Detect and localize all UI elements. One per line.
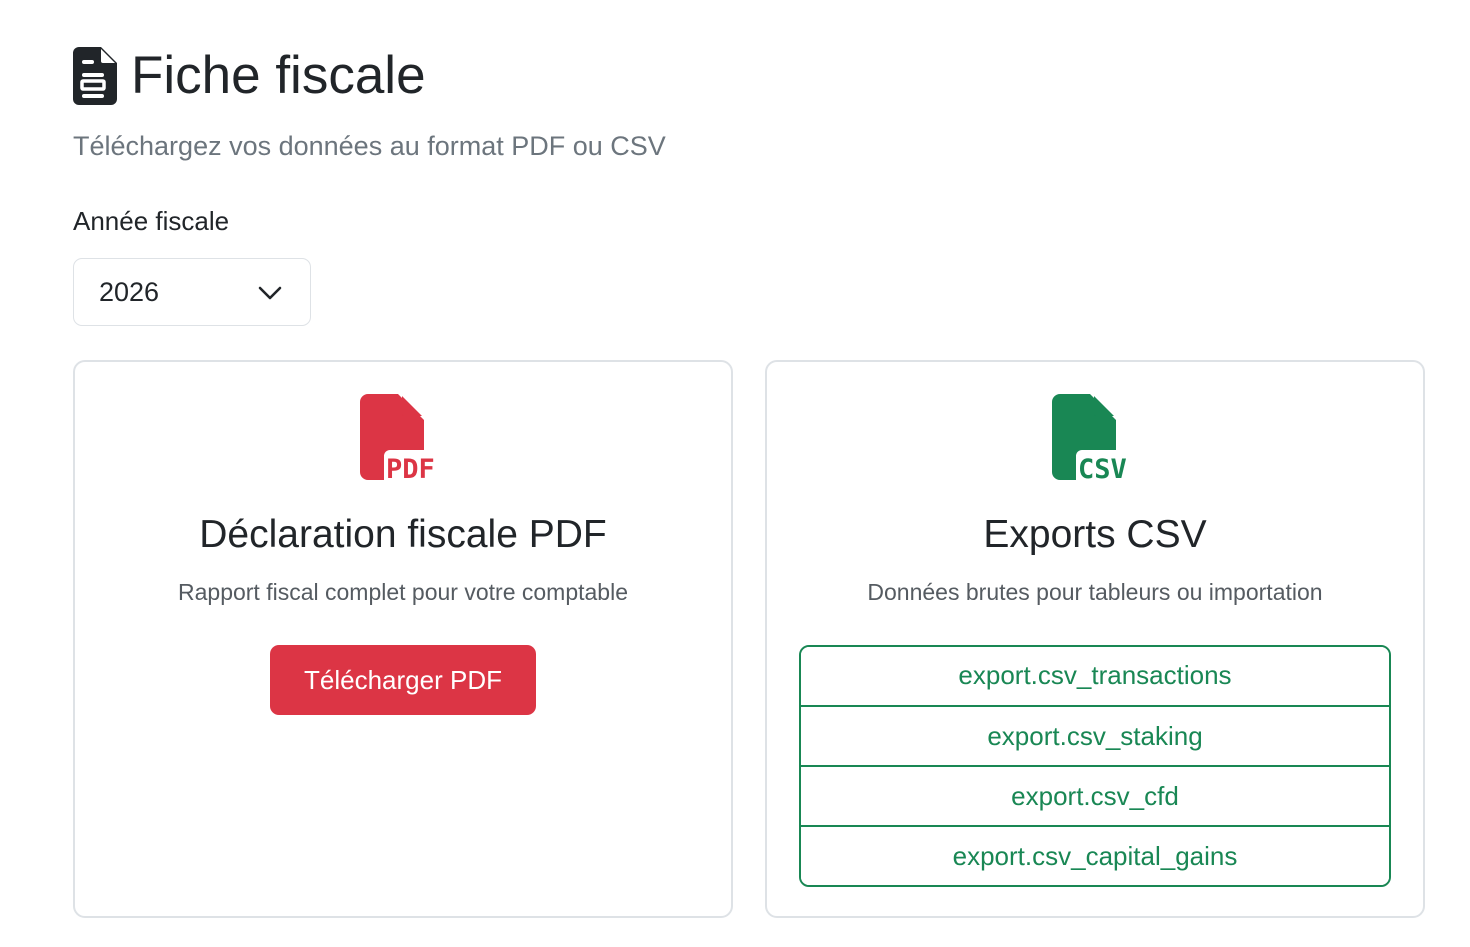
fiscal-year-select[interactable]: 2026 — [73, 258, 311, 326]
page-title: Fiche fiscale — [131, 46, 426, 105]
pdf-card: PDF Déclaration fiscale PDF Rapport fisc… — [73, 360, 733, 918]
file-text-icon — [73, 47, 117, 105]
csv-card-title: Exports CSV — [983, 513, 1207, 556]
csv-export-staking-button[interactable]: export.csv_staking — [801, 705, 1389, 765]
fiscal-year-label: Année fiscale — [73, 206, 230, 236]
csv-export-capital-gains-button[interactable]: export.csv_capital_gains — [801, 825, 1389, 885]
file-pdf-icon: PDF — [360, 394, 435, 480]
file-csv-icon: CSV — [1052, 394, 1127, 480]
file-csv-icon-label: CSV — [1078, 454, 1127, 480]
csv-export-transactions-button[interactable]: export.csv_transactions — [801, 647, 1389, 705]
csv-export-list: export.csv_transactions export.csv_staki… — [799, 645, 1391, 887]
csv-export-cfd-button[interactable]: export.csv_cfd — [801, 765, 1389, 825]
fiscal-year-value: 2026 — [99, 277, 160, 307]
page-header: Fiche fiscale — [73, 44, 426, 108]
pdf-card-title: Déclaration fiscale PDF — [199, 513, 607, 556]
pdf-card-description: Rapport fiscal complet pour votre compta… — [178, 579, 628, 605]
chevron-down-icon — [258, 286, 282, 300]
page-subtitle: Téléchargez vos données au format PDF ou… — [73, 131, 666, 161]
csv-card: CSV Exports CSV Données brutes pour tabl… — [765, 360, 1425, 918]
download-pdf-button[interactable]: Télécharger PDF — [270, 645, 536, 715]
file-pdf-icon-label: PDF — [386, 454, 435, 480]
csv-card-description: Données brutes pour tableurs ou importat… — [867, 579, 1323, 605]
